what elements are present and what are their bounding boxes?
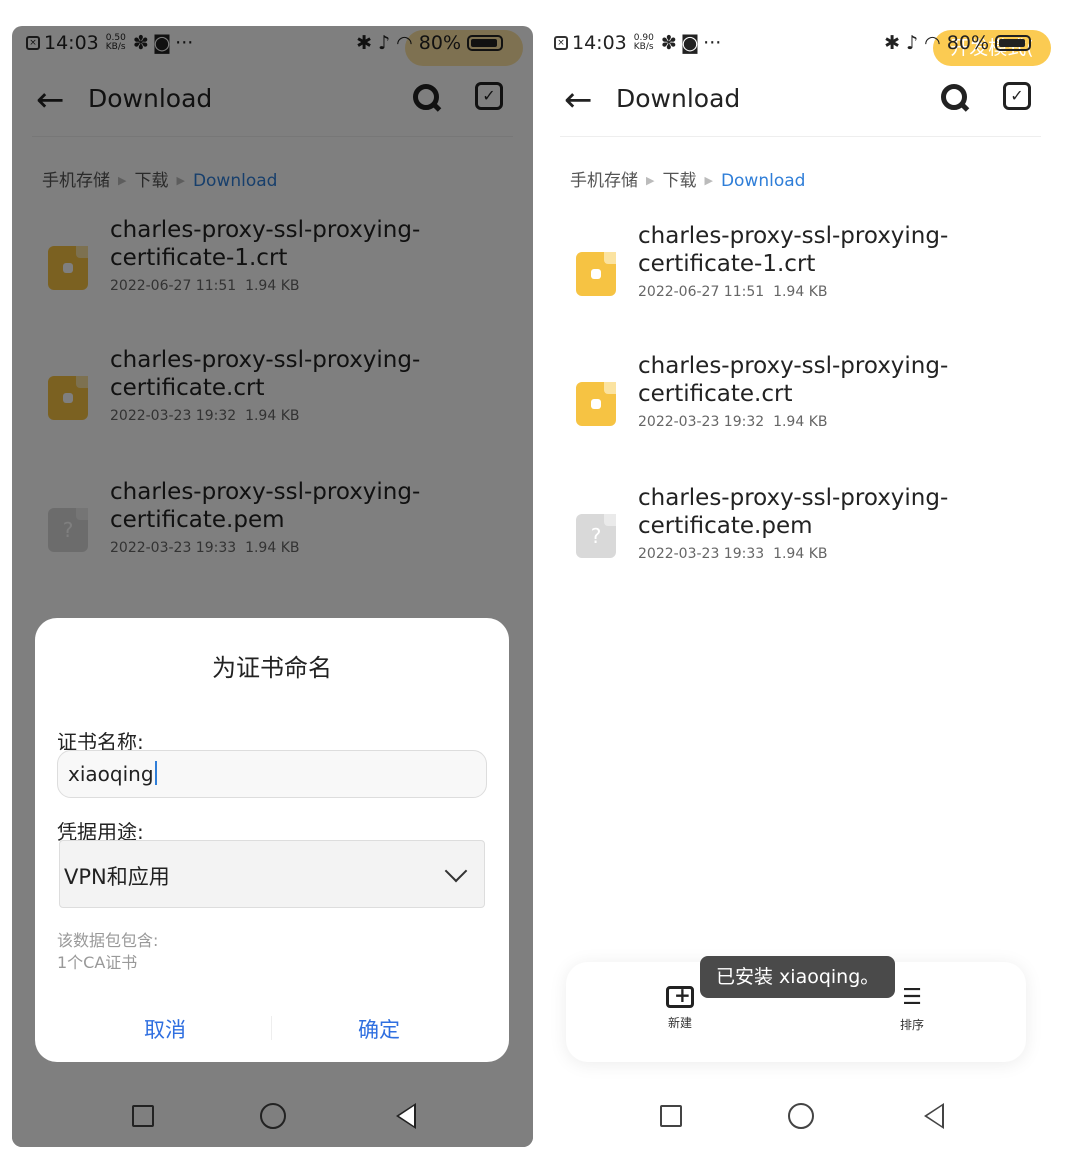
breadcrumb: 手机存储 ▶ 下载 ▶ Download: [570, 166, 805, 191]
confirm-button[interactable]: 确定: [309, 1014, 449, 1044]
file-meta: 2022-06-27 11:51 1.94 KB: [638, 284, 828, 300]
home-icon[interactable]: [260, 1103, 286, 1129]
file-row[interactable]: ? charles-proxy-ssl-proxying-certificate…: [540, 484, 1061, 594]
new-folder-label: 新建: [667, 1016, 692, 1030]
package-info: 该数据包包含: 1个CA证书: [57, 930, 158, 974]
network-speed: 0.90 KB/s: [633, 33, 654, 52]
package-info-contents: 1个CA证书: [57, 953, 138, 972]
home-icon[interactable]: [788, 1103, 814, 1129]
file-meta: 2022-03-23 19:32 1.94 KB: [638, 414, 828, 430]
media-icon: ◙: [680, 32, 700, 54]
search-icon[interactable]: [939, 82, 971, 114]
system-nav-bar: [12, 1085, 533, 1147]
recent-apps-icon[interactable]: [660, 1105, 682, 1127]
install-toast: 已安装 xiaoqing。: [700, 956, 896, 998]
nav-back-icon[interactable]: [396, 1103, 416, 1129]
file-name: charles-proxy-ssl-proxying-certificate.p…: [638, 485, 949, 539]
file-name: charles-proxy-ssl-proxying-certificate-1…: [638, 223, 949, 277]
status-time: 14:03: [572, 32, 627, 54]
new-folder-icon: [666, 983, 694, 1008]
system-nav-bar: [540, 1085, 1061, 1147]
credential-usage-select[interactable]: VPN和应用: [59, 840, 485, 908]
multi-select-icon[interactable]: ✓: [1003, 82, 1031, 110]
file-meta: 2022-03-23 19:33 1.94 KB: [638, 546, 828, 562]
bluetooth-icon: ✱: [884, 32, 901, 54]
wifi-icon: ◠: [924, 32, 941, 54]
app-bar: ← Download ✓: [540, 70, 1061, 130]
file-row[interactable]: charles-proxy-ssl-proxying-certificate.c…: [540, 352, 1061, 462]
status-bar: × 14:03 0.90 KB/s ✽ ◙ ··· 开发模式( ✱ ♪ ◠ 80%: [540, 26, 1061, 66]
phone-screen-left: × 14:03 0.50KB/s ✽ ◙ ··· ✱ ♪ ◠ 80% ← Dow…: [12, 26, 533, 1147]
breadcrumb-separator-icon: ▶: [704, 174, 713, 187]
sort-label: 排序: [899, 1018, 924, 1032]
battery-text: 80%: [946, 32, 989, 54]
breadcrumb-root[interactable]: 手机存储: [570, 171, 638, 191]
breadcrumb-separator-icon: ▶: [646, 174, 655, 187]
divider: [560, 136, 1041, 137]
chevron-down-icon: [444, 859, 468, 883]
notification-icon: ×: [554, 36, 568, 50]
text-caret: [154, 761, 157, 785]
certificate-name-input[interactable]: xiaoqing: [57, 750, 487, 798]
breadcrumb-parent[interactable]: 下载: [662, 171, 696, 191]
sort-icon: ☰: [902, 985, 922, 1010]
breadcrumb-current[interactable]: Download: [721, 171, 806, 191]
unknown-file-icon: ?: [576, 514, 616, 558]
certificate-name-dialog: 为证书命名 证书名称: xiaoqing 凭据用途: VPN和应用 该数据包包含…: [35, 618, 509, 1062]
certificate-file-icon: [576, 252, 616, 296]
back-arrow-icon[interactable]: ←: [564, 80, 593, 120]
nav-back-icon[interactable]: [924, 1103, 944, 1129]
cancel-button[interactable]: 取消: [95, 1014, 235, 1044]
phone-screen-right: × 14:03 0.90 KB/s ✽ ◙ ··· 开发模式( ✱ ♪ ◠ 80%…: [540, 26, 1061, 1147]
credential-usage-value: VPN和应用: [64, 865, 170, 889]
dialog-title: 为证书命名: [212, 654, 332, 682]
file-row[interactable]: charles-proxy-ssl-proxying-certificate-1…: [540, 222, 1061, 332]
more-notifications-icon: ···: [703, 32, 722, 54]
mute-icon: ♪: [906, 32, 919, 54]
certificate-file-icon: [576, 382, 616, 426]
battery-icon: [995, 35, 1031, 51]
package-info-heading: 该数据包包含:: [57, 931, 159, 950]
button-divider: [271, 1016, 272, 1040]
app-notification-icon: ✽: [660, 32, 677, 54]
file-name: charles-proxy-ssl-proxying-certificate.c…: [638, 353, 949, 407]
recent-apps-icon[interactable]: [132, 1105, 154, 1127]
page-title: Download: [616, 84, 741, 113]
